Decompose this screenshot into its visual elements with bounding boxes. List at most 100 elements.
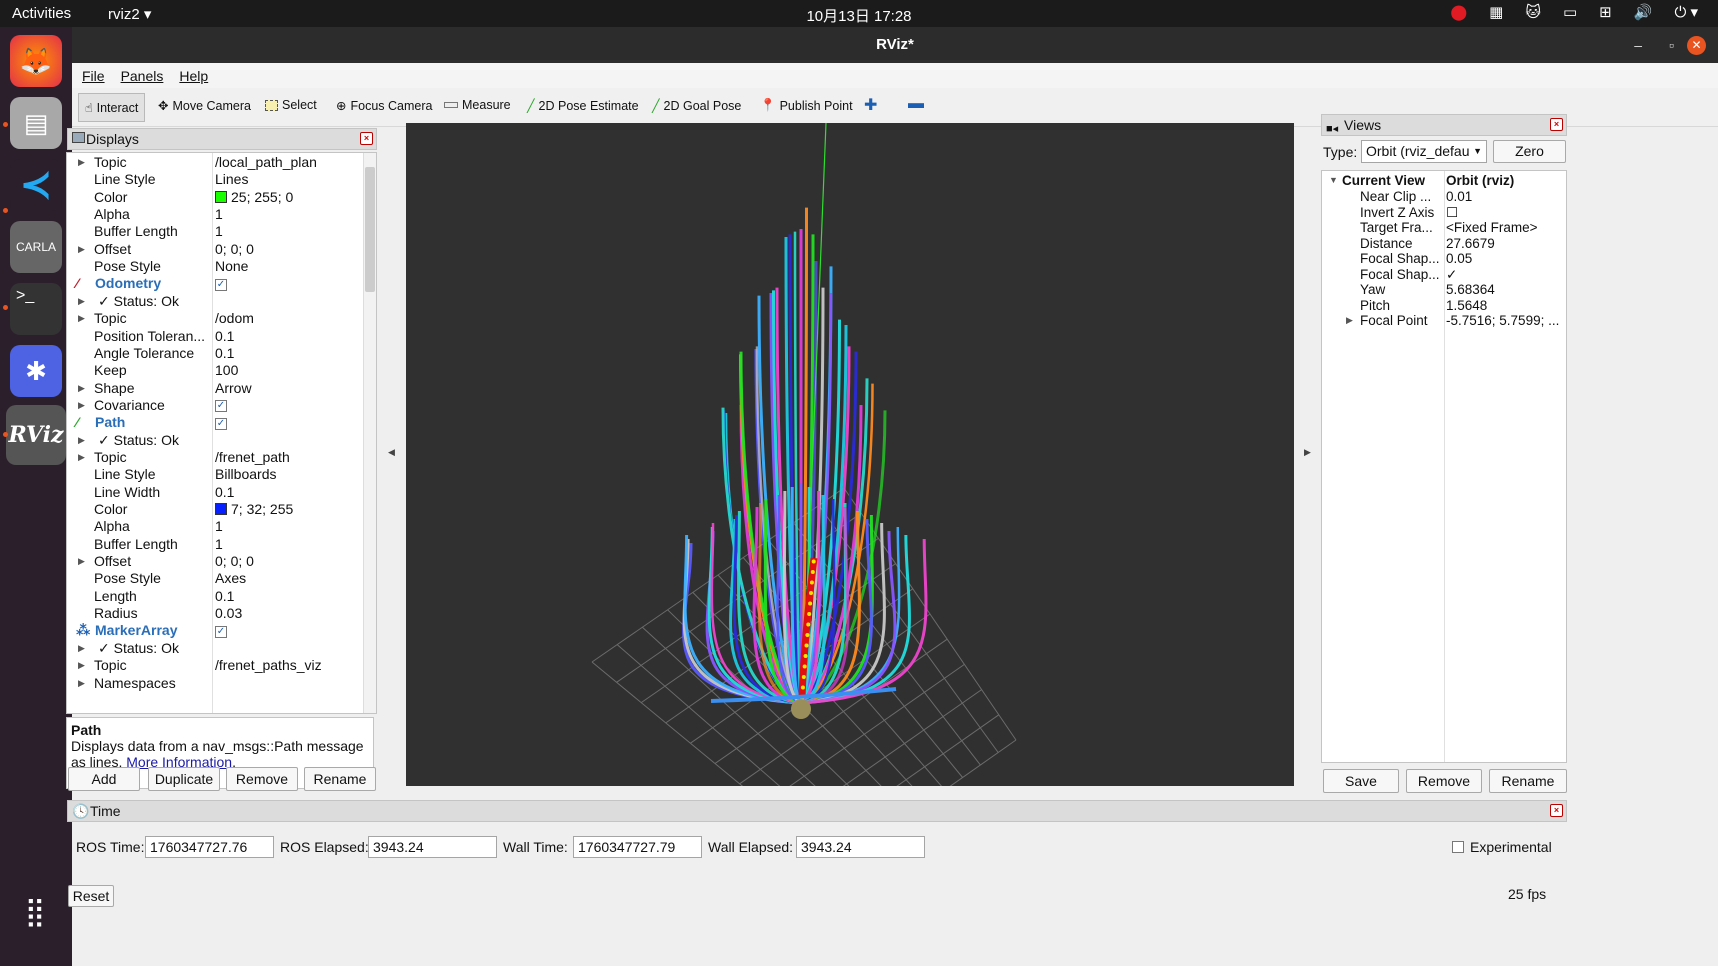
expand-arrow-icon[interactable]: ▶ bbox=[78, 449, 85, 466]
view-property-row[interactable]: Focal Shap... ✓ bbox=[1322, 267, 1566, 283]
left-collapse-handle[interactable]: ◀ bbox=[388, 447, 395, 458]
property-value[interactable]: /frenet_paths_viz bbox=[215, 657, 322, 673]
display-row[interactable]: ⁄ Path ✓ bbox=[67, 414, 367, 431]
firefox-icon[interactable]: 🦊 bbox=[10, 35, 62, 87]
expand-arrow-icon[interactable]: ▶ bbox=[78, 397, 85, 414]
display-row[interactable]: ▶ Topic/odom bbox=[67, 310, 367, 327]
display-row[interactable]: Line Style Lines bbox=[67, 171, 367, 188]
view-property-row[interactable]: Distance 27.6679 bbox=[1322, 236, 1566, 252]
enabled-checkbox[interactable]: ✓ bbox=[215, 625, 227, 638]
publish-point-tool-button[interactable]: 📍 Publish Point bbox=[760, 98, 853, 113]
reset-button[interactable]: Reset bbox=[68, 885, 114, 907]
vscode-icon[interactable]: ≺ bbox=[10, 159, 62, 211]
cat-icon[interactable]: 🐱 bbox=[1525, 3, 1541, 21]
keyboard-icon[interactable]: ▭ bbox=[1563, 3, 1577, 21]
displays-scrollbar[interactable] bbox=[363, 153, 376, 713]
files-icon[interactable]: ▤ bbox=[10, 97, 62, 149]
enabled-checkbox[interactable]: ✓ bbox=[215, 400, 227, 413]
display-row[interactable]: Position Toleran... 0.1 bbox=[67, 328, 367, 345]
system-tray[interactable]: ⬤ ▦ 🐱 ▭ ⊞ 🔊 ⏻ ▾ bbox=[1450, 3, 1698, 21]
expand-arrow-icon[interactable]: ▶ bbox=[78, 657, 85, 674]
views-tree[interactable]: ▼ Current View Orbit (rviz) Near Clip ..… bbox=[1321, 170, 1567, 763]
property-value[interactable]: 0.1 bbox=[215, 345, 234, 361]
display-row[interactable]: ▶ Topic/frenet_path bbox=[67, 449, 367, 466]
move-camera-tool-button[interactable]: ✥ Move Camera bbox=[158, 98, 251, 114]
property-value[interactable]: /odom bbox=[215, 310, 254, 326]
property-value[interactable]: 1 bbox=[215, 223, 223, 239]
duplicate-display-button[interactable]: Duplicate bbox=[148, 767, 220, 791]
property-value[interactable]: Lines bbox=[215, 171, 248, 187]
property-value[interactable]: 7; 32; 255 bbox=[231, 501, 293, 517]
experimental-checkbox[interactable] bbox=[1452, 841, 1464, 853]
power-icon[interactable]: ⏻ ▾ bbox=[1674, 3, 1698, 21]
remove-view-button[interactable]: Remove bbox=[1406, 769, 1482, 793]
maximize-button[interactable]: ▫ bbox=[1669, 27, 1674, 63]
remove-tool-button[interactable]: ▬ bbox=[908, 95, 924, 113]
display-row[interactable]: Alpha 1 bbox=[67, 518, 367, 535]
display-row[interactable]: ▶ Covariance ✓ bbox=[67, 397, 367, 414]
current-view-row[interactable]: ▼ Current View Orbit (rviz) bbox=[1322, 173, 1566, 189]
3d-scene[interactable] bbox=[406, 122, 1294, 866]
display-row[interactable]: Keep 100 bbox=[67, 362, 367, 379]
add-tool-button[interactable]: ✚ bbox=[864, 95, 877, 115]
display-row[interactable]: ⁂ MarkerArray ✓ bbox=[67, 622, 367, 639]
menu-panels[interactable]: Panels bbox=[121, 68, 164, 84]
snap-icon[interactable]: ✱ bbox=[10, 345, 62, 397]
show-apps-icon[interactable]: ⣿ bbox=[10, 885, 62, 937]
property-value[interactable]: Axes bbox=[215, 570, 246, 586]
ros-elapsed-field[interactable]: 3943.24 bbox=[368, 836, 497, 858]
interact-tool-button[interactable]: ☝ Interact bbox=[78, 93, 146, 122]
property-value[interactable]: 0; 0; 0 bbox=[215, 241, 254, 257]
view-property-row[interactable]: Focal Shap... 0.05 bbox=[1322, 251, 1566, 267]
property-value[interactable]: /frenet_path bbox=[215, 449, 290, 465]
focus-camera-tool-button[interactable]: ⊕ Focus Camera bbox=[336, 98, 432, 114]
property-value[interactable]: 0.1 bbox=[215, 328, 234, 344]
minimize-button[interactable]: – bbox=[1634, 27, 1642, 63]
ros-time-field[interactable]: 1760347727.76 bbox=[145, 836, 274, 858]
close-displays-icon[interactable]: × bbox=[360, 132, 373, 145]
property-value[interactable]: 1 bbox=[215, 518, 223, 534]
view-property-row[interactable]: Target Fra... <Fixed Frame> bbox=[1322, 220, 1566, 236]
close-time-icon[interactable]: × bbox=[1550, 804, 1563, 817]
expand-arrow-icon[interactable]: ▶ bbox=[78, 293, 85, 310]
save-view-button[interactable]: Save bbox=[1323, 769, 1399, 793]
volume-icon[interactable]: 🔊 bbox=[1634, 3, 1653, 21]
property-value[interactable]: Arrow bbox=[215, 380, 252, 396]
3d-render-view[interactable] bbox=[406, 122, 1294, 866]
property-value[interactable]: /local_path_plan bbox=[215, 154, 317, 170]
display-row[interactable]: Pose Style Axes bbox=[67, 570, 367, 587]
add-display-button[interactable]: Add bbox=[68, 767, 140, 791]
rename-display-button[interactable]: Rename bbox=[304, 767, 376, 791]
view-property-row[interactable]: ▶ Focal Point -5.7516; 5.7599; ... bbox=[1322, 313, 1566, 329]
display-row[interactable]: ▶ Offset 0; 0; 0 bbox=[67, 553, 367, 570]
display-row[interactable]: Angle Tolerance 0.1 bbox=[67, 345, 367, 362]
display-row[interactable]: ▶ Offset 0; 0; 0 bbox=[67, 241, 367, 258]
property-value[interactable]: None bbox=[215, 258, 248, 274]
terminal-icon[interactable]: >_ bbox=[10, 283, 62, 335]
display-row[interactable]: Buffer Length 1 bbox=[67, 223, 367, 240]
display-row[interactable]: Pose Style None bbox=[67, 258, 367, 275]
view-property-row[interactable]: Near Clip ... 0.01 bbox=[1322, 189, 1566, 205]
display-row[interactable]: ▶ Topic/frenet_paths_viz bbox=[67, 657, 367, 674]
enabled-checkbox[interactable]: ✓ bbox=[215, 278, 227, 291]
property-value[interactable]: Billboards bbox=[215, 466, 276, 482]
select-tool-button[interactable]: Select bbox=[265, 98, 317, 112]
display-row[interactable]: ▶ Shape Arrow bbox=[67, 380, 367, 397]
view-type-select[interactable]: Orbit (rviz_defau ▼ bbox=[1361, 140, 1487, 163]
expand-arrow-icon[interactable]: ▶ bbox=[78, 241, 85, 258]
wall-time-field[interactable]: 1760347727.79 bbox=[573, 836, 702, 858]
display-row[interactable]: Buffer Length 1 bbox=[67, 536, 367, 553]
color-swatch[interactable] bbox=[215, 503, 227, 515]
menu-help[interactable]: Help bbox=[179, 68, 208, 84]
remove-display-button[interactable]: Remove bbox=[226, 767, 298, 791]
property-value[interactable]: 1 bbox=[215, 206, 223, 222]
close-views-icon[interactable]: × bbox=[1550, 118, 1563, 131]
enabled-checkbox[interactable]: ✓ bbox=[215, 417, 227, 430]
expand-arrow-icon[interactable]: ▶ bbox=[78, 553, 85, 570]
expand-arrow-icon[interactable]: ▶ bbox=[78, 310, 85, 327]
view-property-row[interactable]: Yaw 5.68364 bbox=[1322, 282, 1566, 298]
property-value[interactable]: 0.1 bbox=[215, 588, 234, 604]
display-row[interactable]: Color 7; 32; 255 bbox=[67, 501, 367, 518]
property-value[interactable]: 100 bbox=[215, 362, 238, 378]
display-row[interactable]: Line Style Billboards bbox=[67, 466, 367, 483]
